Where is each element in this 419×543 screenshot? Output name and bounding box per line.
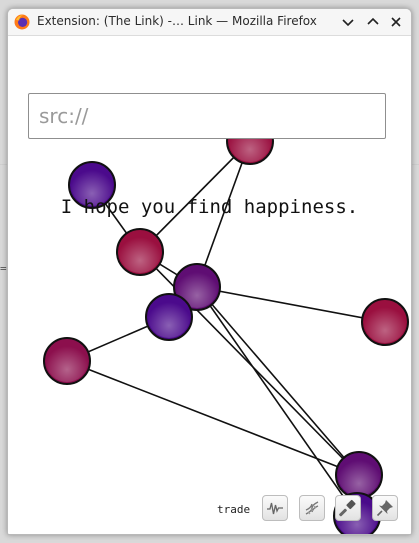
hammer-button[interactable] <box>335 495 361 521</box>
trade-label: trade <box>217 503 251 516</box>
dna-icon <box>305 501 319 515</box>
waveform-button[interactable] <box>262 495 288 521</box>
dna-button[interactable] <box>299 495 325 521</box>
popup-window: Extension: (The Link) -… Link — Mozilla … <box>7 8 412 535</box>
chevron-up-icon <box>367 17 379 25</box>
graph-edge <box>196 286 386 323</box>
popup-content: I hope you find happiness. trade <box>8 36 411 534</box>
graph-edge <box>66 360 360 476</box>
pin-button[interactable] <box>372 495 398 521</box>
happiness-message: I hope you find happiness. <box>60 196 359 218</box>
minimize-button[interactable] <box>339 13 357 31</box>
chevron-down-icon <box>342 19 354 27</box>
graph-edge <box>196 286 360 476</box>
graph-node[interactable] <box>43 337 91 385</box>
hammer-icon <box>339 499 356 517</box>
graph-edge <box>196 286 358 517</box>
background-divider <box>0 164 7 165</box>
background-glyph: = <box>0 262 7 275</box>
graph-node[interactable] <box>116 228 164 276</box>
graph-node[interactable] <box>361 298 409 346</box>
close-icon <box>391 17 401 27</box>
window-title: Extension: (The Link) -… Link — Mozilla … <box>37 14 317 28</box>
graph-node[interactable] <box>335 451 383 499</box>
graph-node[interactable] <box>145 293 193 341</box>
firefox-icon <box>14 14 30 30</box>
pushpin-icon <box>376 500 393 517</box>
waveform-icon <box>267 502 283 515</box>
src-input[interactable] <box>28 93 386 139</box>
titlebar: Extension: (The Link) -… Link — Mozilla … <box>8 9 411 36</box>
maximize-button[interactable] <box>364 13 382 31</box>
close-button[interactable] <box>387 13 405 31</box>
